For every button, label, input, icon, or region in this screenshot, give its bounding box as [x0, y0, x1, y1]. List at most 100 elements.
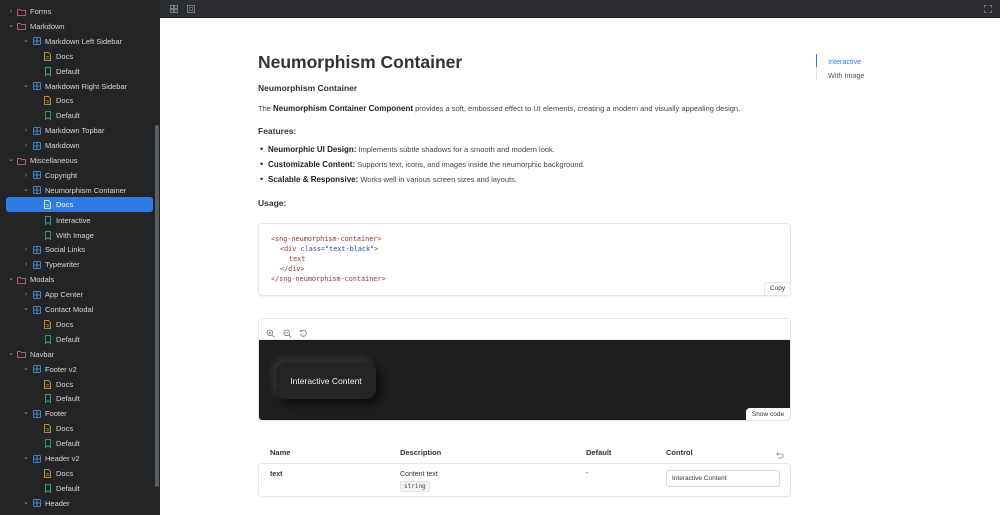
chevron-down-icon[interactable]: ⌄ — [22, 408, 30, 416]
component-icon — [32, 499, 41, 508]
sidebar-item-label: Header v2 — [45, 454, 80, 463]
component-icon — [32, 365, 41, 374]
list-item: Customizable Content: Supports text, ico… — [260, 159, 585, 169]
chevron-down-icon[interactable]: ⌄ — [22, 36, 30, 44]
sidebar-item-docs[interactable]: Docs — [33, 466, 73, 481]
folder-icon — [17, 156, 26, 165]
chevron-right-icon[interactable]: › — [22, 291, 30, 298]
sidebar-item-copyright[interactable]: › Copyright — [22, 168, 77, 183]
sidebar-scrollbar[interactable] — [155, 125, 159, 487]
sidebar-item-markdown[interactable]: ⌄ Markdown — [7, 19, 65, 34]
sidebar-item-docs[interactable]: Docs — [33, 93, 73, 108]
zoom-out-icon[interactable] — [283, 325, 292, 338]
toc-item-with-image[interactable]: With Image — [828, 71, 864, 80]
document-icon — [43, 200, 52, 210]
chevron-right-icon[interactable]: › — [22, 127, 30, 134]
sidebar-item-neumorphism-container[interactable]: ⌄ Neumorphism Container — [22, 183, 126, 198]
chevron-down-icon[interactable]: ⌄ — [7, 155, 15, 163]
sidebar-item-label: Modals — [30, 275, 55, 285]
sidebar-item-label: Docs — [56, 468, 74, 478]
sidebar-item-markdown-right-sidebar[interactable]: ⌄ Markdown Right Sidebar — [22, 79, 127, 94]
sidebar-item-label: Docs — [56, 424, 74, 434]
sidebar-item-social-links[interactable]: › Social Links — [22, 242, 85, 257]
component-icon — [32, 409, 41, 418]
sidebar-item-with-image[interactable]: With Image — [33, 228, 94, 243]
chevron-down-icon[interactable]: ⌄ — [22, 364, 30, 372]
sidebar-item-docs[interactable]: Docs — [33, 377, 73, 392]
sidebar-item-default[interactable]: Default — [33, 391, 80, 406]
sidebar-item-typewriter[interactable]: › Typewriter — [22, 257, 80, 272]
folder-icon — [17, 7, 26, 16]
sidebar-item-default[interactable]: Default — [33, 332, 80, 347]
sidebar-item-markdown[interactable]: › Markdown — [22, 138, 80, 153]
sidebar-item-docs[interactable]: Docs — [33, 317, 73, 332]
copy-button[interactable]: Copy — [764, 282, 790, 295]
sidebar-item-modals[interactable]: ⌄ Modals — [7, 272, 54, 287]
reset-controls-icon[interactable] — [775, 447, 784, 459]
show-code-button[interactable]: Show code — [746, 408, 790, 420]
sidebar-item-default[interactable]: Default — [33, 436, 80, 451]
sidebar-item-label: Navbar — [30, 349, 55, 359]
code-line: text — [289, 255, 306, 263]
chevron-down-icon[interactable]: ⌄ — [22, 498, 30, 506]
sidebar-item-contact-modal[interactable]: ⌄ Contact Modal — [22, 302, 93, 317]
chevron-down-icon[interactable]: ⌄ — [22, 304, 30, 312]
sidebar-item-docs[interactable]: Docs — [33, 421, 73, 436]
sidebar-item-navbar[interactable]: ⌄ Navbar — [7, 347, 54, 362]
chevron-down-icon[interactable]: ⌄ — [22, 185, 30, 193]
sidebar-item-default[interactable]: Default — [33, 108, 80, 123]
folder-icon — [17, 275, 26, 284]
text-control-input[interactable]: Interactive Content — [666, 470, 780, 487]
chevron-down-icon[interactable]: ⌄ — [22, 453, 30, 461]
bookmark-icon — [43, 66, 52, 76]
bookmark-icon — [43, 230, 52, 240]
code-line: <sng-neumorphism-container> — [271, 235, 382, 243]
intro-suffix: provides a soft, embossed effect to UI e… — [413, 104, 741, 113]
sidebar-item-markdown-left-sidebar[interactable]: ⌄ Markdown Left Sidebar — [22, 34, 122, 49]
sidebar-item-label: Docs — [56, 319, 74, 329]
sidebar-item-markdown-topbar[interactable]: › Markdown Topbar — [22, 123, 105, 138]
chevron-right-icon[interactable]: › — [22, 261, 30, 268]
bookmark-icon — [43, 483, 52, 493]
chevron-right-icon[interactable]: › — [7, 8, 15, 15]
folder-icon — [17, 22, 26, 31]
sidebar-item-label: Docs — [56, 200, 74, 210]
chevron-down-icon[interactable]: ⌄ — [7, 21, 15, 29]
sidebar-item-default[interactable]: Default — [33, 64, 80, 79]
args-header-default: Default — [586, 448, 612, 457]
arg-description: Content text — [400, 471, 438, 478]
args-header-control: Control — [666, 448, 693, 457]
chevron-down-icon[interactable]: ⌄ — [7, 349, 15, 357]
component-icon — [32, 126, 41, 135]
zoom-in-icon[interactable] — [266, 325, 275, 338]
document-icon — [43, 96, 52, 106]
sidebar-item-docs[interactable]: Docs — [6, 197, 153, 213]
chevron-down-icon[interactable]: ⌄ — [22, 81, 30, 89]
sidebar-item-forms[interactable]: › Forms — [7, 4, 51, 19]
chevron-right-icon[interactable]: › — [22, 142, 30, 149]
sidebar-item-header-v2[interactable]: ⌄ Header v2 — [22, 451, 80, 466]
sidebar-item-header[interactable]: ⌄ Header — [22, 496, 70, 511]
sidebar-item-label: Social Links — [45, 245, 86, 255]
document-icon — [43, 424, 52, 434]
fullscreen-icon[interactable] — [983, 4, 993, 14]
reset-zoom-icon[interactable] — [299, 325, 308, 337]
toc-item-interactive[interactable]: Interactive — [828, 57, 861, 66]
sidebar-item-label: Footer — [45, 409, 67, 419]
sidebar-item-default[interactable]: Default — [33, 481, 80, 496]
bookmark-icon — [43, 215, 52, 225]
sidebar-item-miscellaneous[interactable]: ⌄ Miscellaneous — [7, 153, 77, 168]
chevron-right-icon[interactable]: › — [22, 172, 30, 179]
grid-icon[interactable] — [169, 4, 179, 14]
folder-icon — [17, 350, 26, 359]
chevron-right-icon[interactable]: › — [22, 246, 30, 253]
outline-icon[interactable] — [186, 4, 196, 14]
arg-type-badge: string — [400, 481, 430, 492]
sidebar-item-app-center[interactable]: › App Center — [22, 287, 83, 302]
sidebar-item-label: Docs — [56, 51, 74, 61]
chevron-down-icon[interactable]: ⌄ — [7, 274, 15, 282]
sidebar-item-docs[interactable]: Docs — [33, 49, 73, 64]
sidebar-item-footer-v2[interactable]: ⌄ Footer v2 — [22, 362, 77, 377]
sidebar-item-interactive[interactable]: Interactive — [33, 213, 91, 228]
sidebar-item-footer[interactable]: ⌄ Footer — [22, 406, 67, 421]
